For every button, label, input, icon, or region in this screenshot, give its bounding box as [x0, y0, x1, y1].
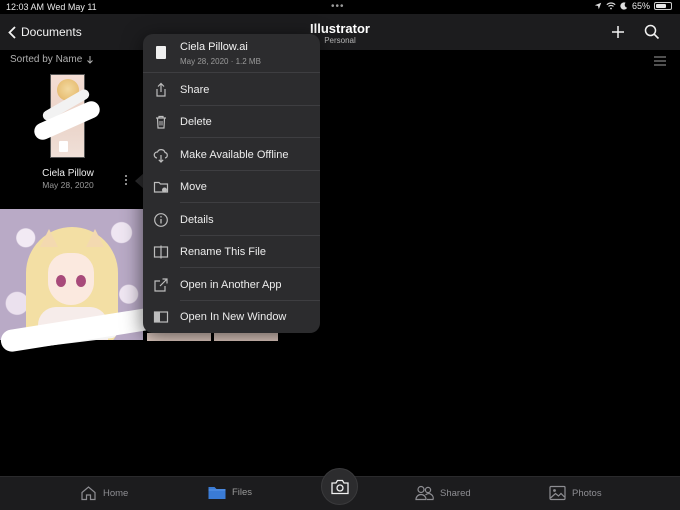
tab-label: Home [103, 487, 129, 499]
add-button[interactable] [609, 23, 627, 41]
info-icon [154, 213, 168, 227]
tab-label: Photos [572, 487, 602, 499]
home-icon [81, 486, 96, 501]
page-subtitle: Personal [324, 36, 356, 45]
status-date: Wed May 11 [47, 2, 97, 12]
status-bar: 12:03 AM Wed May 11 ••• 65% [0, 0, 680, 14]
photo-icon [549, 485, 566, 501]
sort-label: Sorted by Name [10, 54, 83, 65]
menu-item-offline[interactable]: Make Available Offline [143, 139, 320, 171]
plus-icon [612, 26, 624, 38]
moon-icon [620, 2, 628, 10]
menu-item-open-another-app[interactable]: Open in Another App [143, 269, 320, 301]
menu-item-label: Delete [180, 116, 212, 128]
menu-item-delete[interactable]: Delete [143, 106, 320, 138]
arrow-down-icon [87, 56, 94, 64]
multitasking-dots[interactable]: ••• [331, 1, 345, 12]
more-options-icon[interactable] [122, 173, 130, 187]
location-icon [594, 2, 602, 10]
file-context-menu: Ciela Pillow.ai May 28, 2020 · 1.2 MB Sh… [143, 34, 320, 333]
search-button[interactable] [643, 23, 661, 41]
menu-item-details[interactable]: Details [143, 204, 320, 236]
camera-button[interactable] [321, 468, 358, 505]
page-title: Illustrator [310, 21, 370, 36]
file-name[interactable]: Ciela Pillow [20, 168, 116, 179]
cloud-download-icon [153, 149, 168, 163]
menu-item-label: Open In New Window [180, 311, 287, 323]
sort-control[interactable]: Sorted by Name [10, 54, 94, 65]
menu-item-label: Rename This File [180, 246, 266, 258]
menu-file-name: Ciela Pillow.ai [180, 41, 248, 53]
tab-label: Files [232, 487, 253, 498]
menu-file-header: Ciela Pillow.ai May 28, 2020 · 1.2 MB [143, 34, 320, 73]
menu-item-label: Details [180, 214, 214, 226]
list-view-icon[interactable] [654, 56, 666, 66]
share-icon [156, 82, 166, 97]
people-icon [415, 485, 434, 501]
tab-label: Shared [440, 487, 471, 499]
menu-item-label: Open in Another App [180, 279, 282, 291]
file-thumbnail[interactable] [214, 333, 278, 341]
folder-icon [208, 487, 226, 499]
menu-item-label: Make Available Offline [180, 149, 289, 161]
navigation-bar: Documents Illustrator Personal [0, 14, 680, 50]
file-date: May 28, 2020 [42, 180, 94, 190]
menu-item-rename[interactable]: Rename This File [143, 236, 320, 268]
trash-icon [156, 115, 166, 129]
menu-item-move[interactable]: Move [143, 171, 320, 203]
open-external-icon [154, 278, 168, 292]
battery-percent: 65% [631, 1, 650, 11]
rename-icon [153, 245, 169, 259]
search-icon [644, 24, 660, 40]
new-window-icon [153, 311, 169, 323]
menu-file-meta: May 28, 2020 · 1.2 MB [180, 57, 261, 66]
menu-item-new-window[interactable]: Open In New Window [143, 301, 320, 333]
menu-item-share[interactable]: Share [143, 74, 320, 106]
tab-files[interactable]: Files [208, 485, 252, 500]
status-indicators: 65% [594, 1, 672, 11]
tab-shared[interactable]: Shared [415, 485, 471, 501]
tab-home[interactable]: Home [80, 485, 128, 501]
battery-icon [654, 2, 672, 10]
tab-photos[interactable]: Photos [549, 485, 602, 501]
status-time: 12:03 AM [6, 2, 45, 12]
folder-move-icon [153, 181, 169, 193]
camera-icon [331, 479, 349, 495]
file-thumbnail[interactable] [147, 333, 211, 341]
menu-item-label: Move [180, 181, 207, 193]
menu-item-label: Share [180, 84, 210, 96]
ai-file-icon [156, 46, 166, 59]
wifi-icon [606, 2, 616, 10]
document-icon [59, 141, 68, 152]
